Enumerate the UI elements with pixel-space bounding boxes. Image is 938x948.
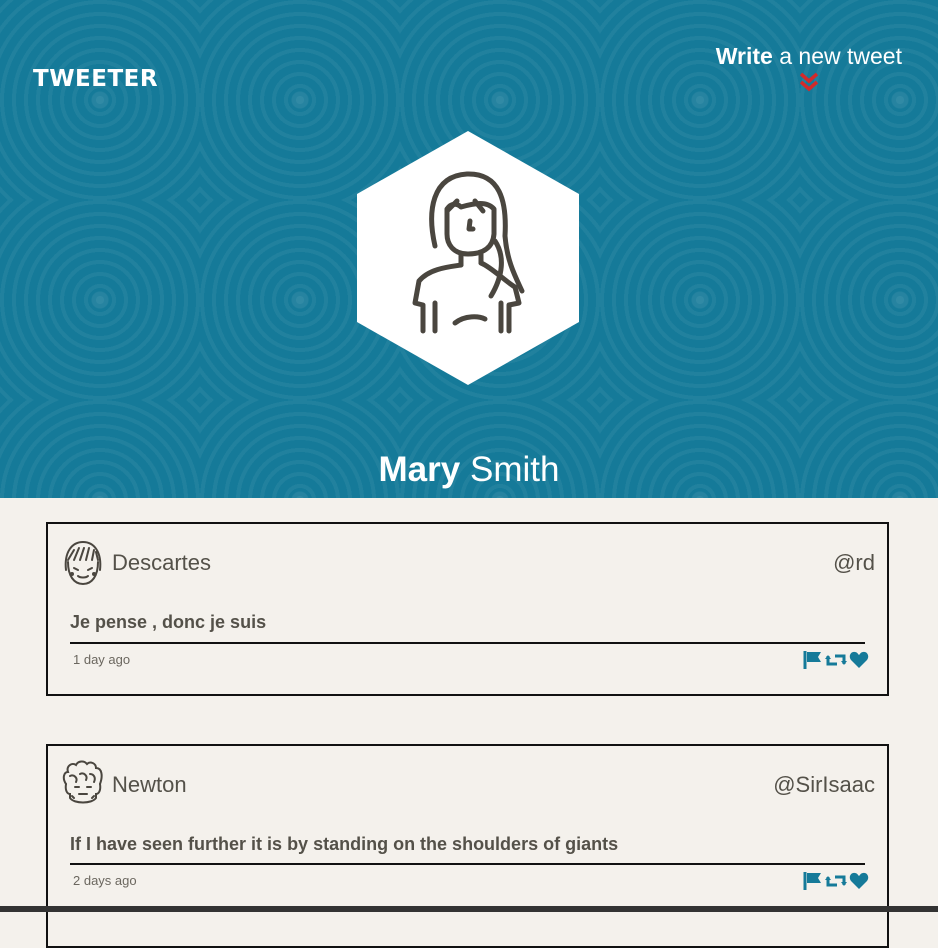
tweet-actions	[803, 650, 869, 670]
window-bottom-edge	[0, 906, 938, 912]
profile-avatar	[357, 131, 579, 385]
compose-label: a new tweet	[779, 43, 902, 69]
tweet-timestamp: 2 days ago	[73, 873, 137, 888]
profile-header: TWEETER Write a new tweet Mary Smith	[0, 0, 938, 498]
tweet-text: Je pense , donc je suis	[70, 612, 267, 632]
flag-icon[interactable]	[803, 871, 823, 891]
compose-tweet-button[interactable]: Write a new tweet	[716, 42, 902, 94]
flag-icon[interactable]	[803, 650, 823, 670]
bangs-face-icon	[64, 540, 102, 586]
tweet-timestamp: 1 day ago	[73, 652, 131, 667]
heart-icon[interactable]	[849, 650, 869, 670]
retweet-icon[interactable]	[825, 871, 847, 891]
profile-first-name: Mary	[378, 450, 461, 489]
tweet-author-handle[interactable]: @SirIsaac	[773, 772, 875, 798]
profile-last-name: Smith	[469, 450, 560, 489]
brand-logo[interactable]: TWEETER	[33, 64, 158, 94]
profile-name: Mary Smith	[0, 448, 938, 492]
double-chevron-down-icon	[799, 72, 819, 92]
tweet-author-handle[interactable]: @rd	[833, 550, 875, 576]
curly-hair-face-icon	[62, 760, 103, 804]
tweet-author-name[interactable]: Newton	[112, 772, 187, 798]
tweet-card: Descartes @rd Je pense , donc je suis 1 …	[46, 522, 889, 696]
heart-icon[interactable]	[849, 871, 869, 891]
tweet-actions	[803, 871, 869, 891]
tweet-divider	[70, 863, 865, 865]
compose-label-bold: Write	[715, 43, 773, 69]
retweet-icon[interactable]	[825, 650, 847, 670]
tweet-text: If I have seen further it is by standing…	[70, 834, 619, 854]
tweet-divider	[70, 642, 865, 644]
tweet-author-name[interactable]: Descartes	[112, 550, 211, 576]
tweet-card: Newton @SirIsaac If I have seen further …	[46, 744, 889, 948]
